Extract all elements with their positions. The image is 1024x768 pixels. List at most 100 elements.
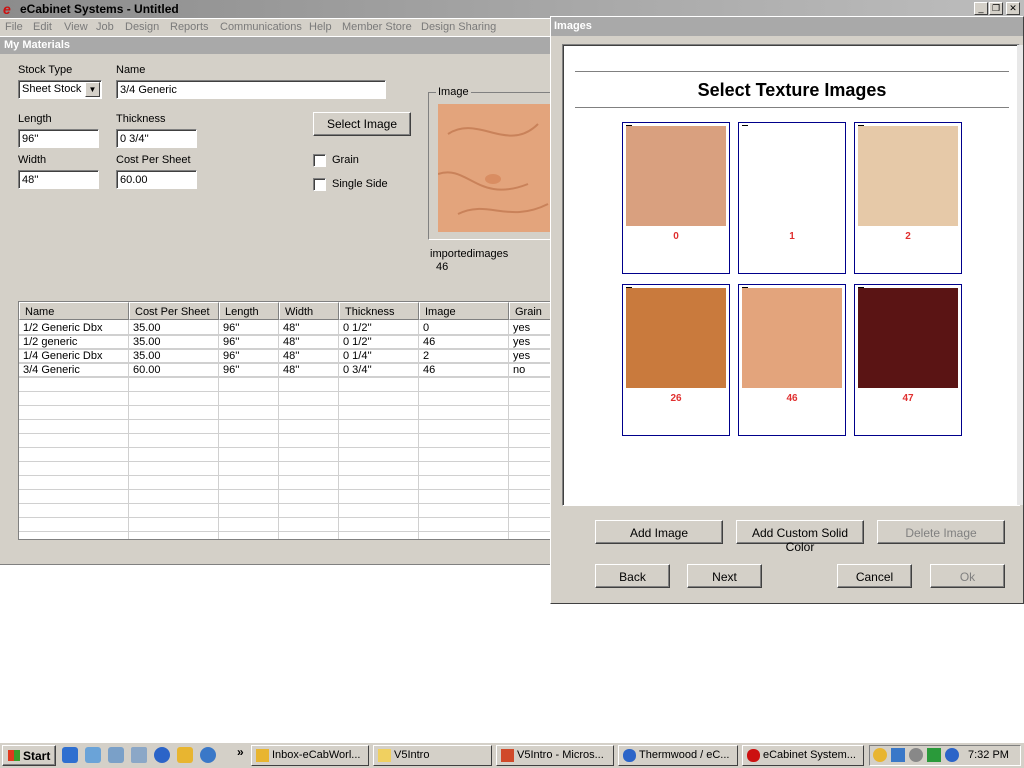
select-image-button[interactable]: Select Image: [313, 112, 411, 136]
ok-button[interactable]: Ok: [930, 564, 1005, 588]
column-header-length[interactable]: Length: [219, 302, 279, 320]
column-header-name[interactable]: Name: [19, 302, 129, 320]
table-cell[interactable]: 0: [419, 321, 509, 335]
cancel-button[interactable]: Cancel: [837, 564, 912, 588]
column-header-cost[interactable]: Cost Per Sheet: [129, 302, 219, 320]
table-cell[interactable]: 2: [419, 349, 509, 363]
tray-clock-icon[interactable]: [873, 748, 887, 762]
back-button[interactable]: Back: [595, 564, 670, 588]
texture-thumbnail[interactable]: 0: [622, 122, 730, 274]
table-cell[interactable]: 48'': [279, 321, 339, 335]
menu-member-store[interactable]: Member Store: [342, 21, 412, 33]
add-custom-solid-color-button[interactable]: Add Custom Solid Color: [736, 520, 864, 554]
texture-thumbnail[interactable]: 1: [738, 122, 846, 274]
table-cell[interactable]: 1/2 Generic Dbx: [19, 321, 129, 335]
width-field[interactable]: [18, 170, 99, 189]
wood-texture-preview: [438, 123, 549, 215]
table-cell[interactable]: 96'': [219, 363, 279, 377]
menu-job[interactable]: Job: [96, 21, 114, 33]
menu-file[interactable]: File: [5, 21, 23, 33]
menu-design-sharing[interactable]: Design Sharing: [421, 21, 496, 33]
table-cell[interactable]: 46: [419, 335, 509, 349]
table-cell[interactable]: 96'': [219, 349, 279, 363]
task-thermwood-browser[interactable]: Thermwood / eC...: [618, 745, 738, 766]
texture-image: [626, 126, 726, 226]
tray-speaker-icon[interactable]: [909, 748, 923, 762]
close-icon[interactable]: ✕: [1006, 2, 1020, 15]
menu-edit[interactable]: Edit: [33, 21, 52, 33]
document-icon[interactable]: [131, 747, 147, 763]
task-v5intro-folder[interactable]: V5Intro: [373, 745, 492, 766]
taskbar-overflow-chevron[interactable]: »: [237, 745, 244, 759]
thumbnail-marker: [626, 287, 632, 288]
column-header-width[interactable]: Width: [279, 302, 339, 320]
table-cell[interactable]: 3/4 Generic: [19, 363, 129, 377]
tray-update-icon[interactable]: [945, 748, 959, 762]
table-cell[interactable]: 1/4 Generic Dbx: [19, 349, 129, 363]
next-button[interactable]: Next: [687, 564, 762, 588]
task-label: V5Intro: [394, 749, 430, 761]
task-inbox[interactable]: Inbox-eCabWorl...: [251, 745, 369, 766]
cost-per-sheet-label: Cost Per Sheet: [116, 154, 191, 166]
thickness-field[interactable]: [116, 129, 197, 148]
table-cell[interactable]: 35.00: [129, 335, 219, 349]
name-field[interactable]: [116, 80, 386, 99]
cost-per-sheet-field[interactable]: [116, 170, 197, 189]
stock-type-dropdown[interactable]: Sheet Stock ▼: [18, 80, 102, 99]
task-ecabinet-systems[interactable]: eCabinet System...: [742, 745, 864, 766]
tray-security-icon[interactable]: [927, 748, 941, 762]
delete-image-button[interactable]: Delete Image: [877, 520, 1005, 544]
column-header-image[interactable]: Image: [419, 302, 509, 320]
menu-reports[interactable]: Reports: [170, 21, 209, 33]
network-tools-icon[interactable]: [85, 747, 101, 763]
material-image-preview: [438, 104, 552, 232]
menu-design[interactable]: Design: [125, 21, 159, 33]
table-cell[interactable]: 96'': [219, 335, 279, 349]
column-header-thickness[interactable]: Thickness: [339, 302, 419, 320]
chevron-down-icon[interactable]: ▼: [85, 82, 100, 97]
restore-icon[interactable]: ❐: [989, 2, 1003, 15]
table-cell[interactable]: 35.00: [129, 349, 219, 363]
table-cell[interactable]: 0 1/2'': [339, 335, 419, 349]
grain-checkbox[interactable]: [313, 154, 326, 167]
texture-thumbnail[interactable]: 2: [854, 122, 962, 274]
table-cell[interactable]: 60.00: [129, 363, 219, 377]
materials-table[interactable]: Name Cost Per Sheet Length Width Thickne…: [18, 301, 558, 540]
table-cell[interactable]: 48'': [279, 349, 339, 363]
messenger-icon[interactable]: [200, 747, 216, 763]
grain-label: Grain: [332, 154, 359, 166]
add-image-button[interactable]: Add Image: [595, 520, 723, 544]
minimize-icon[interactable]: _: [974, 2, 988, 15]
table-cell[interactable]: 48'': [279, 335, 339, 349]
table-cell[interactable]: 0 1/2'': [339, 321, 419, 335]
dialog-title-bar: [551, 17, 1023, 36]
tray-network-icon[interactable]: [891, 748, 905, 762]
texture-thumbnail[interactable]: 26: [622, 284, 730, 436]
texture-number-label: 1: [789, 231, 795, 242]
single-side-checkbox[interactable]: [313, 178, 326, 191]
texture-thumbnail[interactable]: 47: [854, 284, 962, 436]
windows-logo-icon: [7, 750, 20, 761]
menu-help[interactable]: Help: [309, 21, 332, 33]
table-cell[interactable]: 0 3/4'': [339, 363, 419, 377]
table-cell[interactable]: 0 1/4'': [339, 349, 419, 363]
menu-communications[interactable]: Communications: [220, 21, 302, 33]
show-desktop-icon[interactable]: [62, 747, 78, 763]
table-cell[interactable]: 48'': [279, 363, 339, 377]
server-icon[interactable]: [108, 747, 124, 763]
table-cell[interactable]: 35.00: [129, 321, 219, 335]
length-field[interactable]: [18, 129, 99, 148]
outlook-icon[interactable]: [177, 747, 193, 763]
internet-explorer-icon[interactable]: [154, 747, 170, 763]
stock-type-value: Sheet Stock: [22, 83, 82, 95]
task-v5intro-powerpoint[interactable]: V5Intro - Micros...: [496, 745, 614, 766]
table-cell[interactable]: 1/2 generic: [19, 335, 129, 349]
table-row-divider: [19, 447, 557, 448]
table-header: Name Cost Per Sheet Length Width Thickne…: [19, 302, 557, 320]
start-button[interactable]: Start: [2, 745, 56, 766]
texture-thumbnail[interactable]: 46: [738, 284, 846, 436]
table-cell[interactable]: 96'': [219, 321, 279, 335]
table-cell[interactable]: 46: [419, 363, 509, 377]
menu-view[interactable]: View: [64, 21, 88, 33]
dialog-scrollbar[interactable]: [1017, 45, 1023, 505]
